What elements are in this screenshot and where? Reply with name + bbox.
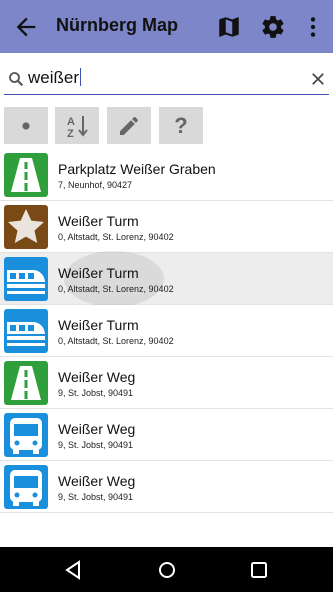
app-bar: Nürnberg Map bbox=[0, 0, 333, 53]
item-address: 9, St. Jobst, 90491 bbox=[58, 388, 134, 398]
item-address: 0, Altstadt, St. Lorenz, 90402 bbox=[58, 336, 174, 346]
item-name: Weißer Weg bbox=[58, 473, 136, 489]
nav-back-icon[interactable] bbox=[62, 559, 84, 581]
item-address: 0, Altstadt, St. Lorenz, 90402 bbox=[58, 284, 174, 294]
svg-text:A: A bbox=[67, 116, 75, 128]
list-item[interactable]: Weißer Turm 0, Altstadt, St. Lorenz, 904… bbox=[0, 305, 333, 357]
item-name: Weißer Weg bbox=[58, 421, 136, 437]
map-icon[interactable] bbox=[216, 14, 242, 40]
edit-button[interactable] bbox=[107, 107, 151, 144]
help-button[interactable]: ? bbox=[159, 107, 203, 144]
dot-button[interactable] bbox=[4, 107, 48, 144]
item-name: Weißer Weg bbox=[58, 369, 136, 385]
item-address: 9, St. Jobst, 90491 bbox=[58, 440, 134, 450]
list-item[interactable]: Weißer Weg 9, St. Jobst, 90491 bbox=[0, 409, 333, 461]
search-bar: weißer bbox=[4, 64, 329, 95]
sort-alpha-icon: A Z bbox=[67, 115, 88, 139]
item-address: 7, Neunhof, 90427 bbox=[58, 180, 133, 190]
item-name: Weißer Turm bbox=[58, 317, 139, 333]
svg-text:Z: Z bbox=[67, 128, 74, 139]
road-icon bbox=[4, 361, 48, 405]
bus-icon bbox=[4, 413, 48, 457]
back-arrow-icon[interactable] bbox=[12, 13, 40, 41]
train-icon bbox=[4, 257, 48, 301]
results-list: Parkplatz Weißer Graben 7, Neunhof, 9042… bbox=[0, 149, 333, 513]
search-icon bbox=[9, 72, 24, 87]
dot-icon bbox=[22, 121, 30, 130]
gear-icon[interactable] bbox=[260, 14, 286, 40]
list-item[interactable]: Weißer Turm 0, Altstadt, St. Lorenz, 904… bbox=[0, 201, 333, 253]
search-input[interactable]: weißer bbox=[28, 68, 82, 88]
item-name: Weißer Turm bbox=[58, 265, 139, 281]
nav-home-icon[interactable] bbox=[156, 559, 178, 581]
help-icon: ? bbox=[174, 112, 188, 138]
system-nav-bar bbox=[0, 547, 333, 592]
app-title: Nürnberg Map bbox=[56, 15, 179, 35]
item-name: Weißer Turm bbox=[58, 213, 139, 229]
pencil-icon bbox=[120, 116, 138, 135]
list-item[interactable]: Parkplatz Weißer Graben 7, Neunhof, 9042… bbox=[0, 149, 333, 201]
list-item[interactable]: Weißer Weg 9, St. Jobst, 90491 bbox=[0, 357, 333, 409]
bus-icon bbox=[4, 465, 48, 509]
list-item[interactable]: Weißer Weg 9, St. Jobst, 90491 bbox=[0, 461, 333, 513]
overflow-menu-icon[interactable] bbox=[300, 14, 326, 40]
star-icon bbox=[4, 205, 48, 249]
item-address: 0, Altstadt, St. Lorenz, 90402 bbox=[58, 232, 174, 242]
train-icon bbox=[4, 309, 48, 353]
sort-button[interactable]: A Z bbox=[55, 107, 99, 144]
nav-recents-icon[interactable] bbox=[248, 559, 270, 581]
list-item[interactable]: Weißer Turm 0, Altstadt, St. Lorenz, 904… bbox=[0, 251, 333, 307]
road-icon bbox=[4, 153, 48, 197]
close-icon[interactable] bbox=[309, 70, 327, 88]
item-name: Parkplatz Weißer Graben bbox=[58, 161, 216, 177]
item-address: 9, St. Jobst, 90491 bbox=[58, 492, 134, 502]
